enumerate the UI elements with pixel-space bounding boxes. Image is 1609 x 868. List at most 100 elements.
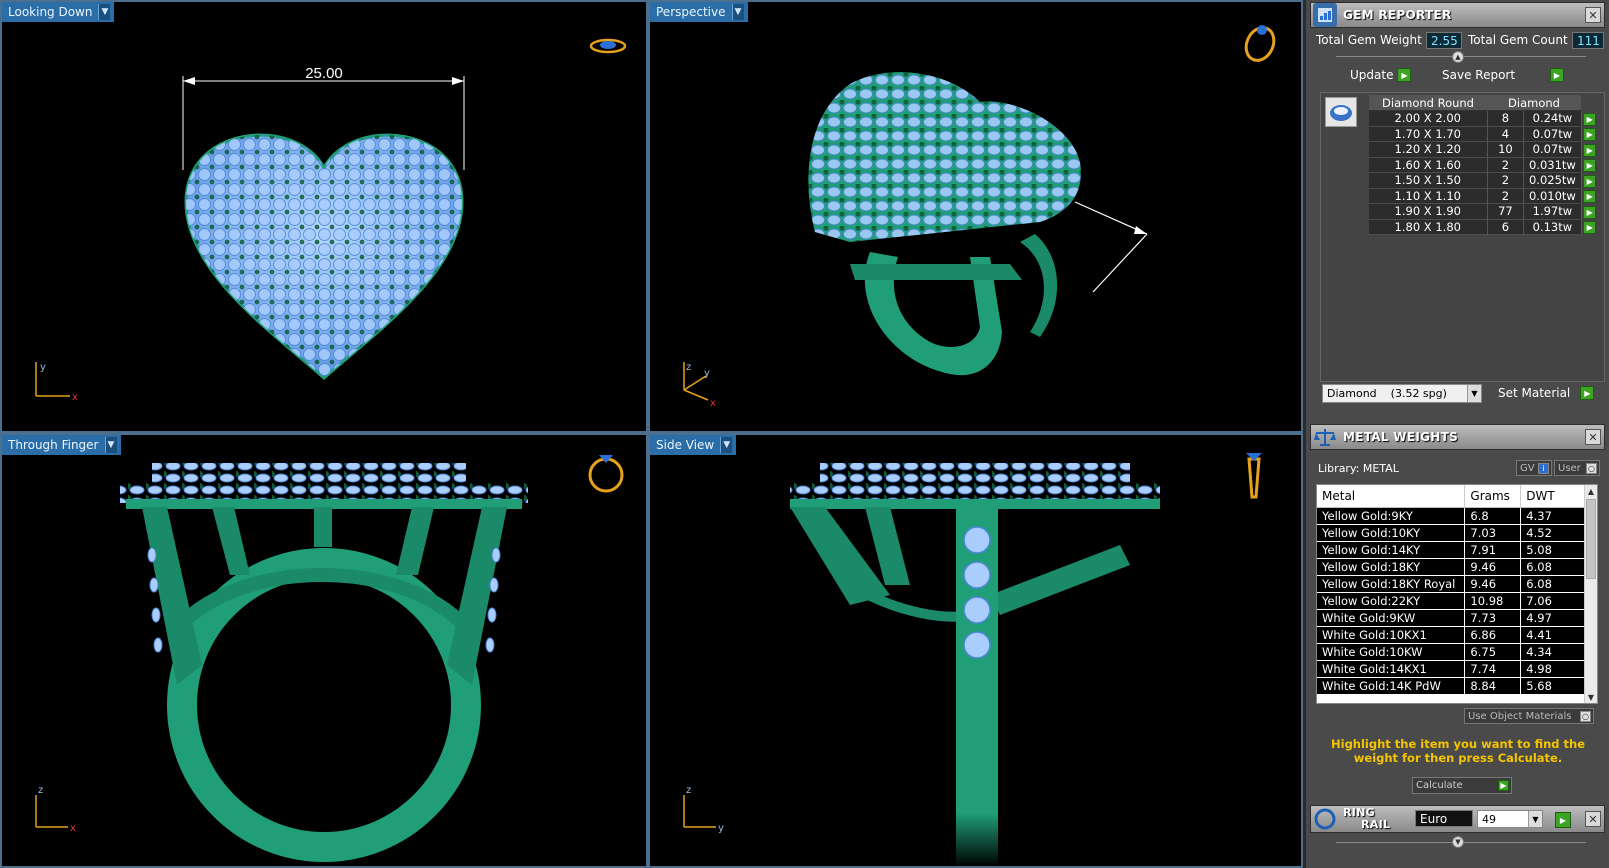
metal-row[interactable]: Yellow Gold:18KY 9.46 6.08: [1317, 558, 1585, 576]
ring-size-standard-field[interactable]: Euro: [1415, 810, 1473, 827]
ring-rail-title-line2: RAIL: [1361, 818, 1391, 831]
select-gem-row-button[interactable]: ▶: [1581, 111, 1597, 127]
gem-row[interactable]: 1.70 X 1.70 4 0.07tw ▶: [1369, 126, 1597, 142]
viewport-through-finger[interactable]: Through Finger ▼ z x: [0, 433, 648, 868]
gem-row[interactable]: 1.10 X 1.10 2 0.010tw ▶: [1369, 188, 1597, 204]
select-gem-row-button[interactable]: ▶: [1581, 188, 1597, 204]
gem-size: 1.60 X 1.60: [1369, 157, 1488, 173]
viewport-perspective[interactable]: Perspective ▼ z y x: [648, 0, 1303, 433]
ring-side-view: z y: [683, 453, 1262, 866]
gem-weight: 0.031tw: [1523, 157, 1582, 173]
metal-grams: 9.46: [1464, 558, 1522, 576]
close-icon[interactable]: ✕: [1585, 811, 1601, 827]
chevron-down-icon[interactable]: ▼: [731, 4, 744, 20]
gem-row[interactable]: 1.50 X 1.50 2 0.025tw ▶: [1369, 172, 1597, 189]
scroll-down-icon[interactable]: ▼: [1585, 691, 1597, 703]
metal-row[interactable]: White Gold:10KW 6.75 4.34: [1317, 643, 1585, 661]
metal-grams: 7.91: [1464, 541, 1522, 559]
gv-toggle[interactable]: GV i: [1516, 460, 1552, 476]
metal-row[interactable]: White Gold:14K PdW 8.84 5.68: [1317, 677, 1585, 695]
gem-weight: 0.24tw: [1523, 110, 1582, 127]
chevron-down-icon[interactable]: ▼: [98, 4, 111, 20]
chevron-down-icon[interactable]: ▼: [1467, 385, 1481, 402]
metal-name: Yellow Gold:9KY: [1317, 507, 1466, 525]
chevron-down-icon[interactable]: ▼: [104, 437, 117, 453]
gem-row[interactable]: 1.20 X 1.20 10 0.07tw ▶: [1369, 141, 1597, 158]
play-icon: ▶: [1580, 386, 1595, 400]
select-gem-row-button[interactable]: ▶: [1581, 126, 1597, 142]
play-icon: ▶: [1583, 128, 1597, 142]
viewport-label-side-view[interactable]: Side View ▼: [650, 435, 737, 455]
select-gem-row-button[interactable]: ▶: [1581, 204, 1597, 220]
calculate-button[interactable]: Calculate ▶: [1412, 777, 1512, 794]
user-toggle[interactable]: User ○: [1554, 460, 1600, 476]
svg-text:y: y: [40, 362, 46, 373]
chevron-down-icon[interactable]: ▼: [720, 437, 733, 453]
viewport-label-perspective[interactable]: Perspective ▼: [650, 2, 748, 22]
metal-row[interactable]: Yellow Gold:18KY Royal 9.46 6.08: [1317, 575, 1585, 593]
gem-count: 10: [1487, 141, 1525, 158]
metal-row[interactable]: Yellow Gold:9KY 6.8 4.37: [1317, 507, 1585, 525]
gem-row[interactable]: 1.90 X 1.90 77 1.97tw ▶: [1369, 203, 1597, 220]
calculate-hint: Highlight the item you want to find the …: [1331, 737, 1585, 765]
column-header-grams[interactable]: Grams: [1464, 485, 1522, 508]
gem-size: 1.50 X 1.50: [1369, 172, 1488, 189]
select-gem-row-button[interactable]: ▶: [1581, 142, 1597, 158]
gem-reporter-header: GEM REPORTER ✕: [1310, 2, 1605, 28]
metal-dwt: 4.98: [1520, 660, 1585, 678]
pave-diamonds: [186, 135, 462, 378]
total-gem-count-value: 111: [1572, 32, 1604, 49]
gem-row[interactable]: 1.60 X 1.60 2 0.031tw ▶: [1369, 157, 1597, 173]
play-icon: ▶: [1583, 174, 1597, 188]
use-object-materials-toggle[interactable]: Use Object Materials ○: [1464, 708, 1594, 724]
metal-dwt: 4.34: [1520, 643, 1585, 661]
collapse-icon[interactable]: ▲: [1452, 51, 1464, 63]
metal-table-scrollbar[interactable]: ▲ ▼: [1584, 485, 1597, 703]
metal-row[interactable]: White Gold:14KX1 7.74 4.98: [1317, 660, 1585, 678]
diamond-icon: [1325, 97, 1357, 127]
close-icon[interactable]: ✕: [1585, 429, 1601, 445]
chevron-down-icon[interactable]: ▼: [1528, 811, 1542, 827]
update-button[interactable]: Update ▶: [1350, 68, 1412, 82]
viewport-label-text: Perspective: [656, 5, 726, 19]
viewport-label-looking-down[interactable]: Looking Down ▼: [2, 2, 115, 22]
metal-row[interactable]: White Gold:10KX1 6.86 4.41: [1317, 626, 1585, 644]
gem-count: 6: [1487, 219, 1525, 235]
dimension-value: 25.00: [305, 65, 343, 82]
gem-row[interactable]: 1.80 X 1.80 6 0.13tw ▶: [1369, 219, 1597, 235]
select-gem-row-button[interactable]: ▶: [1581, 157, 1597, 173]
gem-count: 2: [1487, 172, 1525, 189]
ring-orientation-icon: [589, 38, 627, 54]
set-material-button[interactable]: Set Material ▶: [1498, 386, 1595, 400]
gem-row[interactable]: 2.00 X 2.00 8 0.24tw ▶: [1369, 110, 1597, 127]
close-icon[interactable]: ✕: [1585, 7, 1601, 23]
save-report-button[interactable]: Save Report ▶: [1442, 68, 1564, 82]
select-gem-row-button[interactable]: ▶: [1581, 173, 1597, 189]
side-panel: GEM REPORTER ✕ Total Gem Weight 2.55 Tot…: [1303, 0, 1609, 868]
gem-weight: 0.07tw: [1523, 141, 1582, 158]
viewport-label-text: Through Finger: [8, 438, 99, 452]
metal-row[interactable]: Yellow Gold:10KY 7.03 4.52: [1317, 524, 1585, 542]
metal-grams: 7.73: [1464, 609, 1522, 627]
metal-grams: 7.74: [1464, 660, 1522, 678]
metal-dwt: 5.68: [1520, 677, 1585, 695]
ring-size-select[interactable]: 49 ▼: [1477, 810, 1543, 828]
metal-row[interactable]: White Gold:9KW 7.73 4.97: [1317, 609, 1585, 627]
viewport-side-view[interactable]: Side View ▼ z y: [648, 433, 1303, 868]
column-header-dwt[interactable]: DWT: [1520, 485, 1585, 508]
viewport-label-text: Side View: [656, 438, 715, 452]
metal-name: White Gold:14K PdW: [1317, 677, 1466, 695]
scroll-thumb[interactable]: [1586, 499, 1596, 579]
material-select[interactable]: Diamond (3.52 spg) ▼: [1322, 384, 1482, 403]
metal-row[interactable]: Yellow Gold:22KY 10.98 7.06: [1317, 592, 1585, 610]
metal-row[interactable]: Yellow Gold:14KY 7.91 5.08: [1317, 541, 1585, 559]
expand-icon[interactable]: ▼: [1452, 836, 1464, 848]
apply-ring-size-button[interactable]: ▶: [1555, 812, 1571, 828]
column-header-metal[interactable]: Metal: [1317, 485, 1466, 508]
viewport-looking-down[interactable]: Looking Down ▼ 25.00 y x: [0, 0, 648, 433]
ring-size-value: 49: [1482, 812, 1496, 826]
viewport-label-through-finger[interactable]: Through Finger ▼: [2, 435, 121, 455]
scroll-up-icon[interactable]: ▲: [1585, 485, 1597, 497]
column-header-diamond: Diamond: [1487, 95, 1581, 111]
select-gem-row-button[interactable]: ▶: [1581, 219, 1597, 235]
